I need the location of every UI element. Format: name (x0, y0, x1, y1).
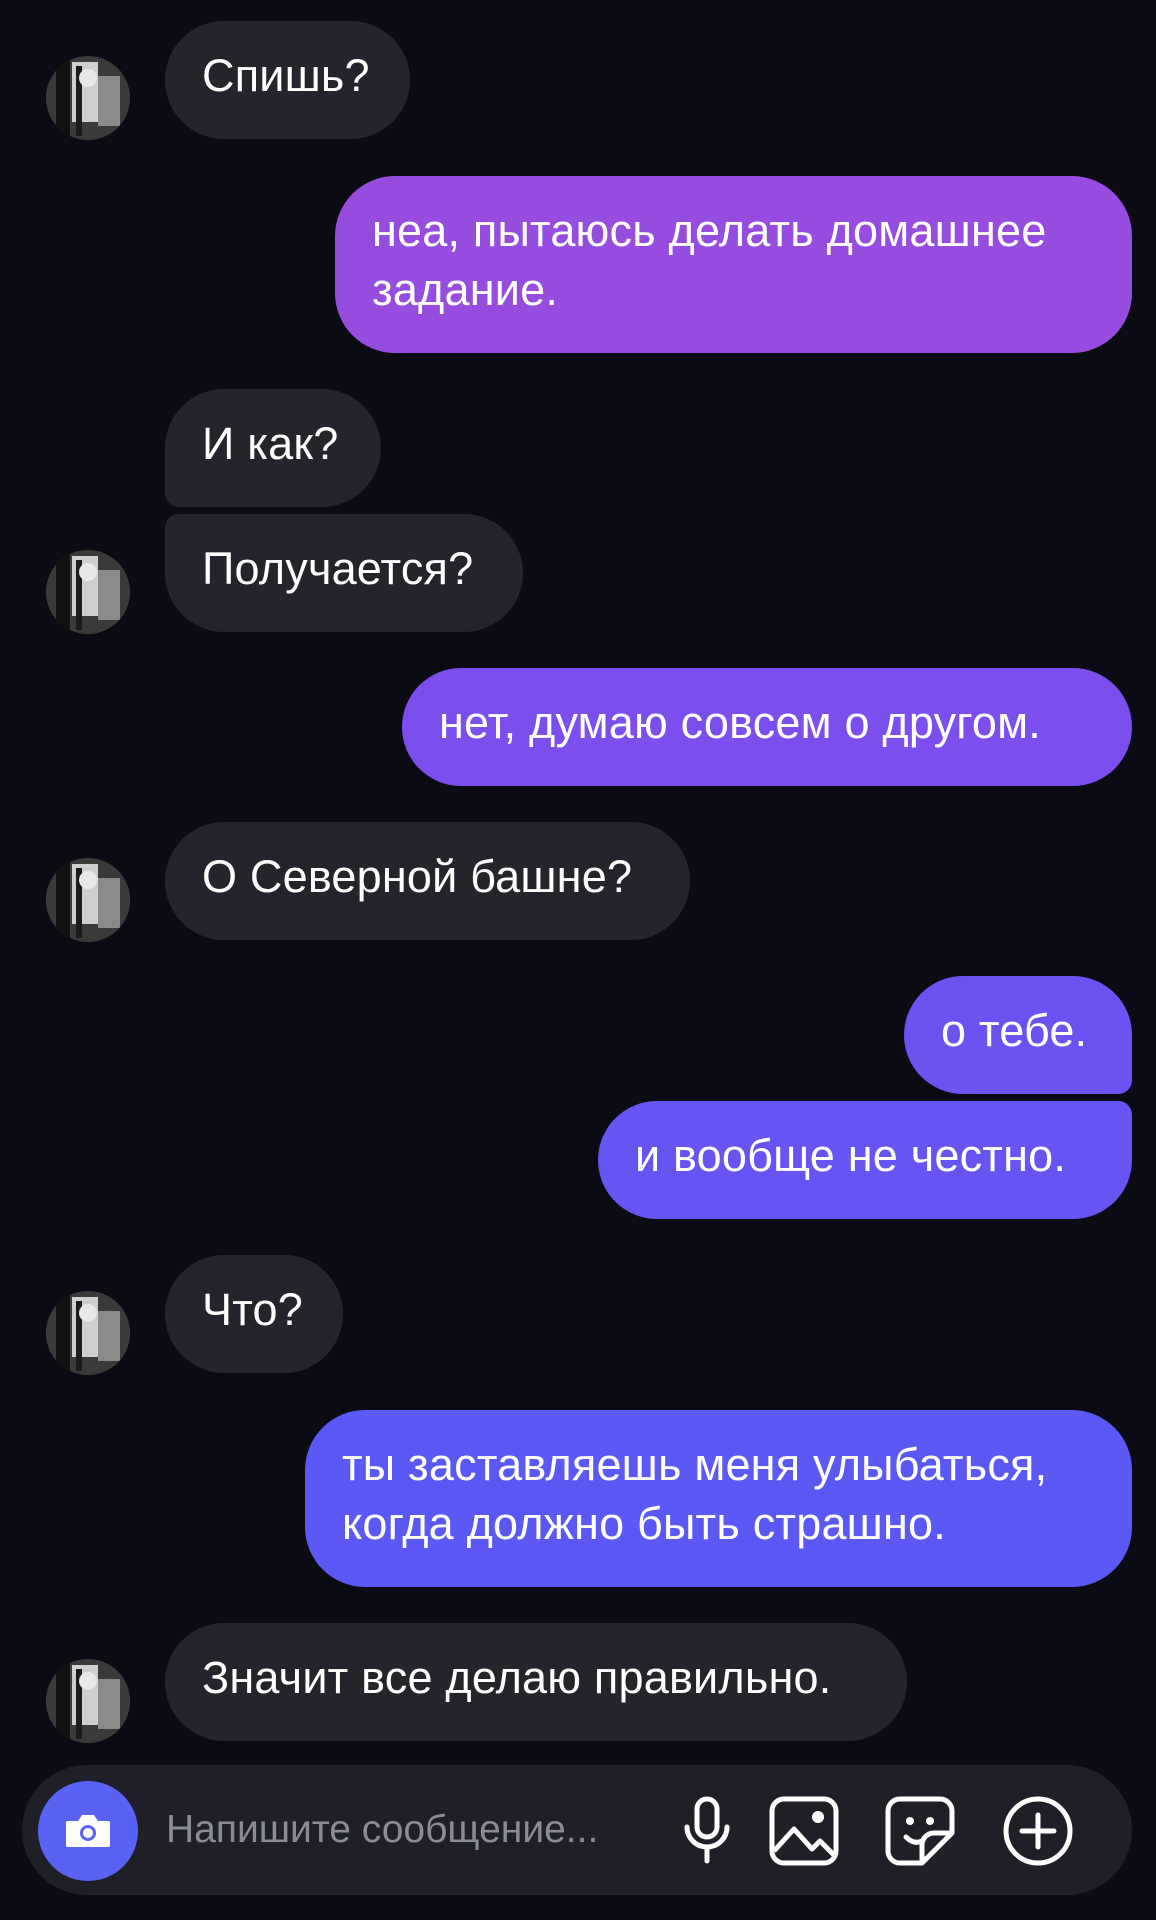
contact-avatar[interactable] (46, 56, 130, 140)
camera-button[interactable] (38, 1781, 138, 1881)
camera-icon (66, 1815, 110, 1847)
microphone-icon (684, 1796, 730, 1864)
message-composer (22, 1765, 1132, 1895)
contact-avatar[interactable] (46, 550, 130, 634)
outgoing-message-bubble[interactable]: неа, пытаюсь делать домашнее задание. (335, 176, 1132, 353)
incoming-message-bubble[interactable]: Что? (165, 1255, 343, 1373)
image-icon (769, 1796, 839, 1866)
incoming-message-bubble[interactable]: О Северной башне? (165, 822, 690, 940)
outgoing-message-bubble[interactable]: о тебе. (904, 976, 1132, 1094)
sticker-button[interactable] (882, 1793, 958, 1869)
sticker-icon (885, 1796, 955, 1866)
microphone-button[interactable] (669, 1793, 745, 1869)
incoming-message-bubble[interactable]: И как? (165, 389, 381, 507)
outgoing-message-bubble[interactable]: и вообще не честно. (598, 1101, 1132, 1219)
incoming-message-bubble[interactable]: Значит все делаю правильно. (165, 1623, 907, 1741)
outgoing-message-bubble[interactable]: нет, думаю совсем о другом. (402, 668, 1132, 786)
incoming-message-bubble[interactable]: Спишь? (165, 21, 410, 139)
contact-avatar[interactable] (46, 1291, 130, 1375)
message-input[interactable] (166, 1801, 646, 1859)
message-thread: Спишь? неа, пытаюсь делать домашнее зада… (0, 0, 1156, 1760)
contact-avatar[interactable] (46, 1659, 130, 1743)
outgoing-message-bubble[interactable]: ты заставляешь меня улыбаться, когда дол… (305, 1410, 1132, 1587)
incoming-message-bubble[interactable]: Получается? (165, 514, 523, 632)
plus-circle-icon (1003, 1796, 1073, 1866)
add-attachment-button[interactable] (1000, 1793, 1076, 1869)
gallery-button[interactable] (766, 1793, 842, 1869)
contact-avatar[interactable] (46, 858, 130, 942)
